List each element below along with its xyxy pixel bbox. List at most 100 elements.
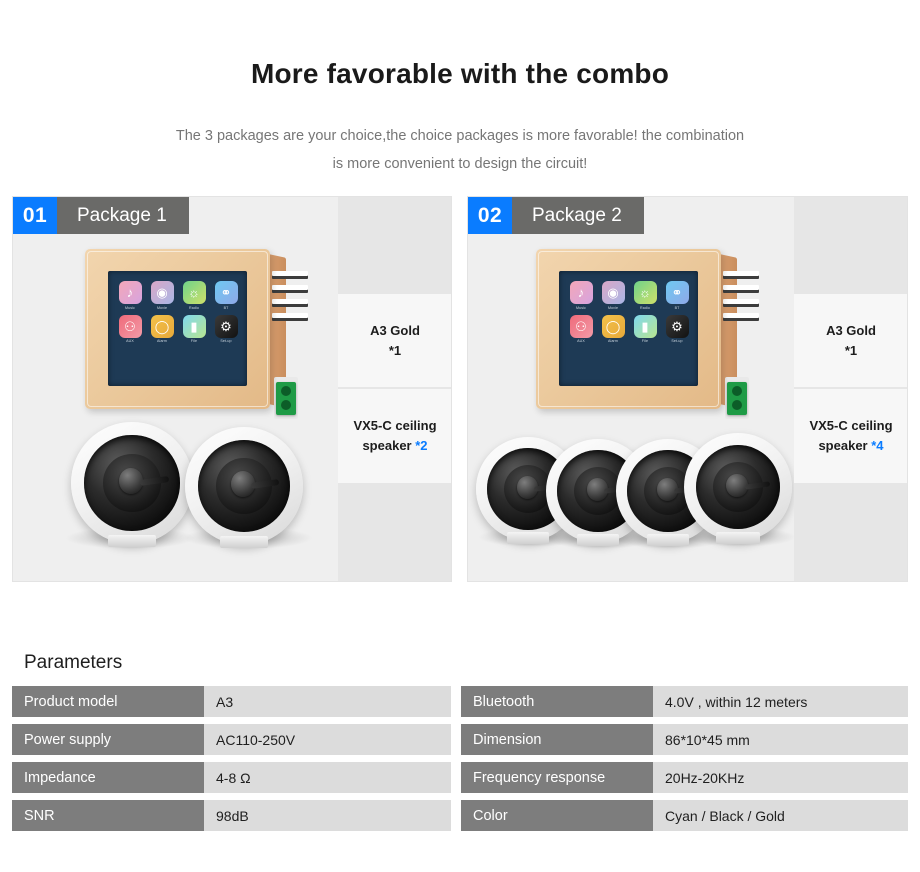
package-2-spec-speaker: VX5-C ceiling speaker *4: [794, 389, 907, 483]
music-note-icon: ♪: [569, 281, 593, 304]
app-label: File: [641, 339, 649, 343]
a3-wall-amplifier: ♪ Music ◉ Movie ☼ Radio ⚭ BT ⚇ AUX ◯ Ala…: [536, 249, 759, 419]
app-label: Set-up: [671, 339, 683, 343]
app-setup: ⚙ Set-up: [662, 314, 692, 343]
param-key: Product model: [12, 686, 204, 717]
param-key: Power supply: [12, 724, 204, 755]
folder-icon: ▮: [633, 314, 657, 338]
app-label: Alarm: [608, 339, 618, 343]
product-detail-page: More favorable with the combo The 3 pack…: [0, 0, 920, 872]
package-card-1[interactable]: ♪ Music ◉ Movie ☼ Radio ⚭ BT ⚇ AUX ◯ Ala…: [12, 196, 452, 582]
folder-icon: ▮: [182, 314, 206, 338]
page-subtitle-line-2: is more convenient to design the circuit…: [332, 156, 588, 172]
app-file: ▮ File: [179, 314, 209, 343]
spec-qty: *2: [415, 438, 428, 453]
app-alarm: ◯ Alarm: [147, 314, 177, 343]
package-1-name: Package 1: [57, 197, 189, 234]
speaker-driver: [695, 444, 781, 530]
table-row: Impedance 4-8 Ω: [12, 762, 451, 793]
film-reel-icon: ◉: [601, 281, 625, 304]
spec-label: A3 Gold: [370, 322, 420, 338]
param-value: 4-8 Ω: [204, 762, 451, 793]
speaker-mount-clip: [507, 532, 549, 544]
app-bluetooth: ⚭ BT: [662, 281, 692, 310]
parameters-table-left: Product model A3 Power supply AC110-250V…: [12, 686, 451, 838]
ceiling-speaker: [684, 433, 802, 544]
app-label: Radio: [189, 305, 199, 310]
app-label: AUX: [126, 339, 134, 343]
ceiling-speaker: [71, 422, 204, 547]
package-1-number: 01: [13, 197, 57, 234]
speaker-mount-clip: [220, 536, 268, 548]
radio-icon: ☼: [633, 281, 657, 304]
gear-icon: ⚙: [665, 314, 689, 338]
bluetooth-icon: ⚭: [665, 281, 689, 304]
amplifier-touchscreen: ♪ Music ◉ Movie ☼ Radio ⚭ BT ⚇ AUX ◯ Ala…: [559, 271, 698, 386]
page-title: More favorable with the combo: [250, 58, 670, 89]
package-2-number: 02: [468, 197, 512, 234]
package-1-spec-column: A3 Gold *1 VX5-C ceiling speaker *2: [338, 197, 451, 581]
param-value: AC110-250V: [204, 724, 451, 755]
param-value: A3: [204, 686, 451, 717]
app-movie: ◉ Movie: [598, 281, 628, 310]
heatsink-fins-icon: [272, 271, 308, 333]
table-row: Bluetooth 4.0V , within 12 meters: [461, 686, 908, 717]
parameters-heading: Parameters: [24, 652, 123, 673]
app-bluetooth: ⚭ BT: [211, 281, 241, 310]
app-label: BT: [223, 305, 229, 310]
speaker-mount-clip: [647, 534, 689, 546]
aux-plug-icon: ⚇: [569, 314, 593, 338]
a3-wall-amplifier: ♪ Music ◉ Movie ☼ Radio ⚭ BT ⚇ AUX ◯ Ala…: [85, 249, 308, 419]
table-row: Dimension 86*10*45 mm: [461, 724, 908, 755]
film-reel-icon: ◉: [150, 281, 174, 304]
spec-label: A3 Gold: [826, 322, 876, 338]
speaker-driver: [84, 435, 180, 531]
app-setup: ⚙ Set-up: [211, 314, 241, 343]
package-1-spec-amplifier: A3 Gold *1: [338, 294, 451, 387]
ceiling-speaker: [185, 427, 314, 548]
app-label: Music: [576, 305, 586, 310]
gear-icon: ⚙: [214, 314, 238, 338]
app-music: ♪ Music: [566, 281, 596, 310]
app-label: AUX: [577, 339, 585, 343]
app-label: BT: [674, 305, 680, 310]
app-radio: ☼ Radio: [179, 281, 209, 310]
page-subtitle: The 3 packages are your choice,the choic…: [110, 122, 810, 178]
speaker-terminal-block: [727, 382, 747, 415]
spec-qty: *1: [388, 342, 402, 358]
speaker-mount-clip: [107, 535, 157, 547]
param-value: 20Hz-20KHz: [653, 762, 908, 793]
app-label: Movie: [607, 305, 619, 310]
param-value: 98dB: [204, 800, 451, 831]
amplifier-faceplate: ♪ Music ◉ Movie ☼ Radio ⚭ BT ⚇ AUX ◯ Ala…: [85, 249, 270, 409]
table-row: Product model A3: [12, 686, 451, 717]
music-note-icon: ♪: [118, 281, 142, 304]
radio-icon: ☼: [182, 281, 206, 304]
speaker-terminal-block: [276, 382, 296, 415]
spec-qty: *4: [871, 438, 884, 453]
app-movie: ◉ Movie: [147, 281, 177, 310]
package-2-name: Package 2: [512, 197, 644, 234]
param-key: SNR: [12, 800, 204, 831]
package-card-2[interactable]: ♪ Music ◉ Movie ☼ Radio ⚭ BT ⚇ AUX ◯ Ala…: [467, 196, 908, 582]
app-music: ♪ Music: [115, 281, 145, 310]
param-value: Cyan / Black / Gold: [653, 800, 908, 831]
app-label: Alarm: [157, 339, 167, 343]
speaker-driver: [197, 439, 290, 532]
package-1-badge: 01 Package 1: [13, 197, 189, 234]
speaker-mount-clip: [716, 532, 760, 544]
param-key: Bluetooth: [461, 686, 653, 717]
app-radio: ☼ Radio: [630, 281, 660, 310]
bluetooth-icon: ⚭: [214, 281, 238, 304]
app-label: Movie: [156, 305, 168, 310]
heatsink-fins-icon: [723, 271, 759, 333]
aux-plug-icon: ⚇: [118, 314, 142, 338]
package-2-spec-amplifier: A3 Gold *1: [794, 294, 907, 387]
package-2-spec-column: A3 Gold *1 VX5-C ceiling speaker *4: [794, 197, 907, 581]
param-value: 4.0V , within 12 meters: [653, 686, 908, 717]
param-key: Frequency response: [461, 762, 653, 793]
package-2-badge: 02 Package 2: [468, 197, 644, 234]
app-label: Set-up: [220, 339, 232, 343]
app-label: Music: [125, 305, 135, 310]
clock-icon: ◯: [150, 314, 174, 338]
